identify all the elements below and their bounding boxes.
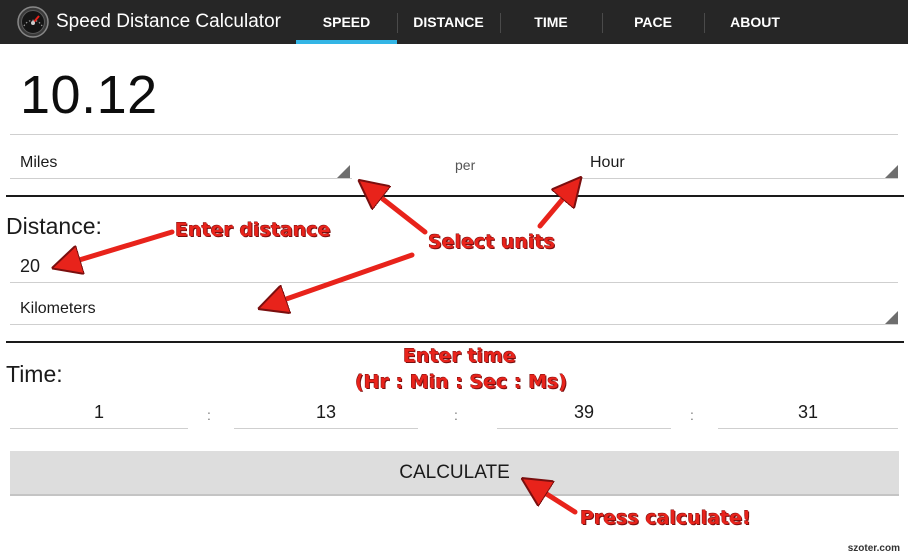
watermark: szoter.com: [847, 543, 900, 554]
annotation-arrows: [0, 0, 908, 515]
annotation-enter-distance: Enter distance: [175, 219, 331, 241]
annotation-enter-time-format: (Hr : Min : Sec : Ms): [355, 371, 568, 393]
annotation-select-units: Select units: [428, 231, 555, 253]
arrow-select-units-top-left: [370, 189, 428, 235]
arrow-press-calculate: [534, 486, 578, 515]
arrow-select-units-kilometers: [272, 252, 415, 304]
arrow-select-units-top-right: [537, 188, 572, 229]
annotation-enter-time: Enter time: [403, 345, 516, 367]
annotation-press-calculate: Press calculate!: [580, 507, 751, 529]
arrow-enter-distance: [66, 229, 175, 264]
